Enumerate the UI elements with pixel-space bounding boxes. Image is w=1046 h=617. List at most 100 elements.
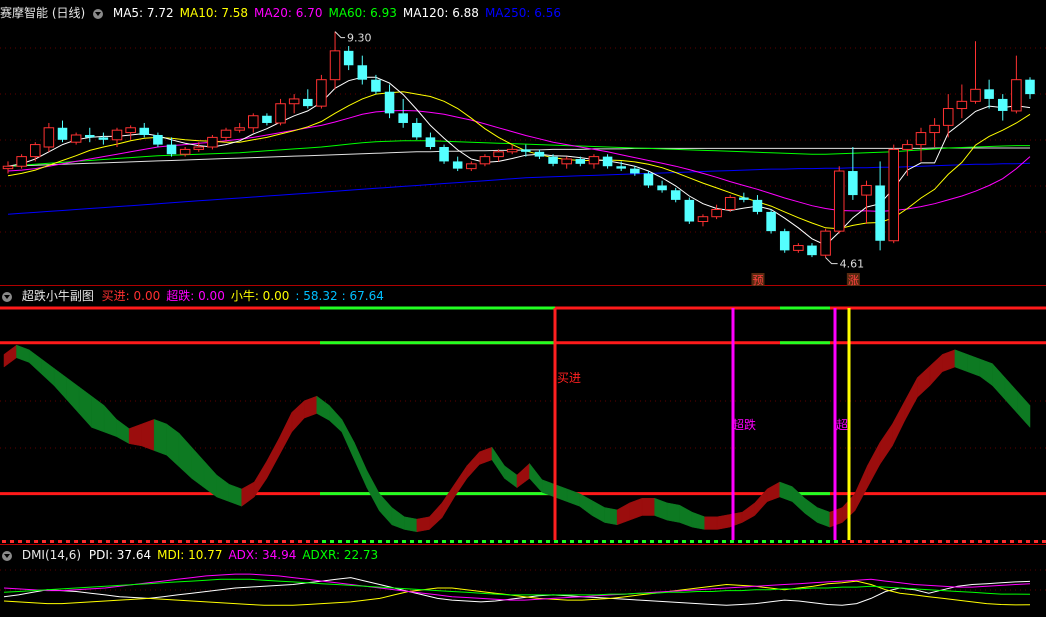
candle-body bbox=[997, 98, 1008, 111]
marker-label: 预 bbox=[752, 274, 763, 287]
candle-body bbox=[888, 148, 900, 242]
signal-label: 超 bbox=[836, 417, 848, 432]
candle-body bbox=[153, 134, 163, 145]
area-segment bbox=[191, 446, 205, 489]
area-segment bbox=[78, 386, 92, 429]
baseline-dot bbox=[546, 540, 550, 543]
area-segment bbox=[904, 377, 918, 421]
area-segment bbox=[566, 488, 580, 507]
candle-body bbox=[875, 185, 885, 241]
baseline-dot bbox=[946, 540, 950, 543]
area-segment bbox=[216, 474, 230, 502]
baseline-dot bbox=[154, 540, 158, 543]
candle-body bbox=[575, 159, 586, 164]
candle-body bbox=[343, 50, 354, 66]
signal-label: 超跌 bbox=[732, 417, 756, 432]
baseline-dot bbox=[170, 540, 174, 543]
candle-body bbox=[970, 88, 981, 102]
area-segment bbox=[892, 400, 906, 447]
candle-body bbox=[534, 151, 545, 157]
baseline-dot bbox=[450, 540, 454, 543]
baseline-dot bbox=[522, 540, 526, 543]
baseline-dot bbox=[218, 540, 222, 543]
baseline-dot bbox=[770, 540, 774, 543]
candle-body bbox=[902, 144, 913, 150]
candle-body bbox=[643, 173, 654, 186]
candle-body bbox=[479, 156, 491, 165]
baseline-dot bbox=[418, 540, 422, 543]
area-segment bbox=[16, 344, 30, 363]
low-marker-line bbox=[825, 257, 838, 265]
candle-body bbox=[125, 127, 136, 134]
baseline-dot bbox=[290, 540, 294, 543]
candle-body bbox=[711, 209, 722, 218]
baseline-dot bbox=[1042, 540, 1046, 543]
candle-body bbox=[139, 127, 150, 135]
candle-body bbox=[371, 79, 381, 92]
area-segment bbox=[228, 483, 242, 507]
baseline-dot bbox=[122, 540, 126, 543]
baseline-dot bbox=[506, 540, 510, 543]
baseline-dot bbox=[834, 540, 838, 543]
area-segment bbox=[741, 502, 755, 523]
baseline-dot bbox=[754, 540, 758, 543]
candle-body bbox=[984, 89, 994, 99]
area-segment bbox=[516, 462, 530, 489]
baseline-dot bbox=[818, 540, 822, 543]
candle-body bbox=[561, 158, 572, 165]
area-segment bbox=[416, 516, 430, 533]
candle-body bbox=[466, 163, 477, 170]
baseline-dot bbox=[882, 540, 886, 543]
ma60-line bbox=[7, 140, 1030, 167]
area-segment bbox=[804, 497, 818, 523]
baseline-dot bbox=[714, 540, 718, 543]
candle-body bbox=[848, 171, 858, 196]
high-marker-label: 9.30 bbox=[347, 32, 372, 45]
high-marker-line bbox=[334, 31, 346, 39]
baseline-dot bbox=[298, 540, 302, 543]
signal-label: 买进 bbox=[557, 371, 581, 385]
baseline-dot bbox=[314, 540, 318, 543]
baseline-dot bbox=[74, 540, 78, 543]
baseline-dot bbox=[922, 540, 926, 543]
candle-body bbox=[179, 148, 191, 155]
baseline-dot bbox=[850, 540, 854, 543]
baseline-dot bbox=[786, 540, 790, 543]
candle-body bbox=[861, 184, 872, 196]
area-segment bbox=[153, 419, 167, 456]
baseline-dot bbox=[570, 540, 574, 543]
baseline-dot bbox=[282, 540, 286, 543]
area-segment bbox=[379, 492, 393, 526]
baseline-dot bbox=[1010, 540, 1014, 543]
baseline-dot bbox=[618, 540, 622, 543]
candle-body bbox=[234, 127, 245, 131]
area-segment bbox=[529, 462, 543, 493]
area-segment bbox=[641, 497, 655, 516]
candle-body bbox=[929, 124, 940, 134]
area-segment bbox=[253, 460, 268, 498]
baseline-dot bbox=[242, 540, 246, 543]
area-segment bbox=[429, 502, 443, 531]
baseline-dot bbox=[802, 540, 806, 543]
candle-body bbox=[602, 156, 613, 167]
candle-body bbox=[98, 137, 109, 140]
baseline-dot bbox=[730, 540, 734, 543]
baseline-dot bbox=[986, 540, 990, 543]
area-segment bbox=[929, 353, 943, 387]
baseline-dot bbox=[466, 540, 470, 543]
candle-body bbox=[2, 165, 14, 170]
baseline-dot bbox=[498, 540, 502, 543]
candle-body bbox=[398, 113, 408, 123]
baseline-dot bbox=[826, 540, 830, 543]
baseline-dot bbox=[330, 540, 334, 543]
baseline-dot bbox=[10, 540, 14, 543]
baseline-dot bbox=[106, 540, 110, 543]
candle-body bbox=[57, 127, 68, 140]
baseline-dot bbox=[186, 540, 190, 543]
baseline-dot bbox=[34, 540, 38, 543]
baseline-dot bbox=[82, 540, 86, 543]
baseline-dot bbox=[1034, 540, 1038, 543]
candle-body bbox=[1011, 79, 1022, 112]
baseline-dot bbox=[1026, 540, 1030, 543]
baseline-dot bbox=[978, 540, 982, 543]
